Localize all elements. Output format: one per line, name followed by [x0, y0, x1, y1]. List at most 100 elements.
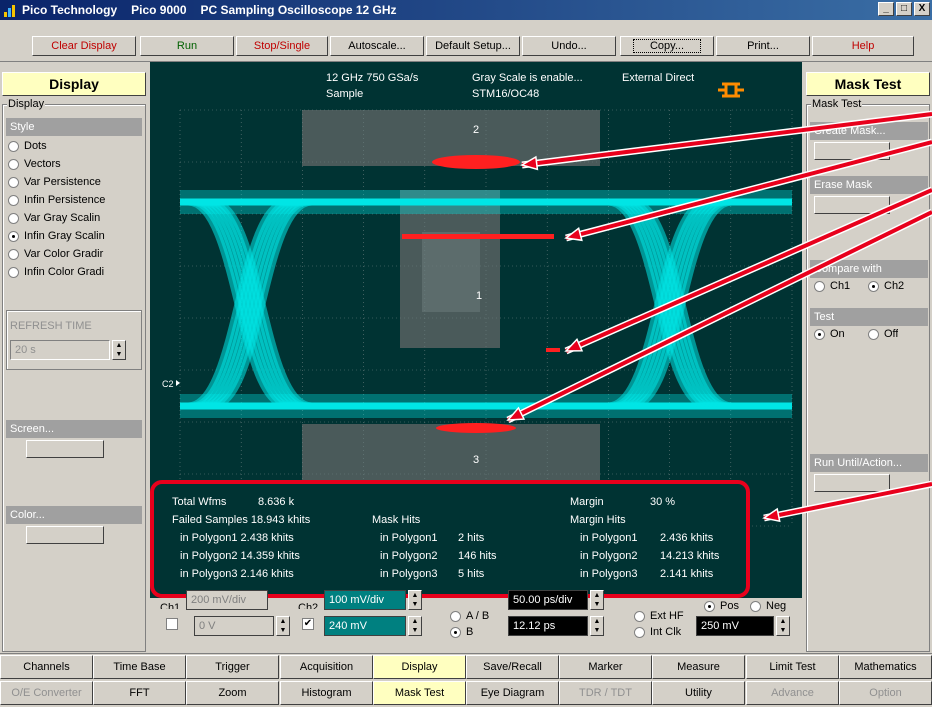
ch1-label: Ch1	[160, 602, 181, 609]
run-until-button[interactable]	[814, 474, 890, 492]
style-radio-4[interactable]: Var Gray Scalin	[8, 210, 142, 226]
function-tabs: Channels Time Base Trigger Acquisition Displ…	[0, 653, 932, 707]
ch1-enable-checkbox[interactable]	[166, 618, 178, 630]
tab-time-base[interactable]: Time Base	[93, 655, 186, 679]
tab-mask-test[interactable]: Mask Test	[373, 681, 466, 705]
delay-spinner[interactable]: ▲ ▼	[590, 616, 604, 636]
refresh-spinner[interactable]: ▲ ▼	[112, 340, 126, 360]
style-radio-6[interactable]: Var Color Gradir	[8, 246, 142, 262]
style-radio-1[interactable]: Vectors	[8, 156, 142, 172]
trigger-level-spinner[interactable]: ▲ ▼	[776, 616, 790, 636]
ch1-offset-spinner[interactable]: ▲ ▼	[276, 616, 290, 636]
maximize-button[interactable]: □	[896, 2, 912, 16]
help-button[interactable]: Help	[812, 36, 914, 56]
radio-dot-selected-icon	[8, 230, 19, 242]
mask-statistics-box: Total Wfms 8.636 k Failed Samples 18.943…	[150, 480, 750, 598]
margin-hits-label: Margin Hits	[570, 514, 626, 526]
compare-ch2-radio[interactable]: Ch2	[868, 278, 904, 294]
radio-dot-icon	[814, 280, 825, 292]
test-off-radio[interactable]: Off	[868, 326, 898, 342]
ch2-scale-field[interactable]: 100 mV/div	[324, 590, 406, 610]
window-title: PC Sampling Oscilloscope 12 GHz	[200, 3, 397, 17]
tab-fft[interactable]: FFT	[93, 681, 186, 705]
style-radio-2[interactable]: Var Persistence	[8, 174, 142, 190]
tab-mathematics[interactable]: Mathematics	[839, 655, 932, 679]
style-radio-5[interactable]: Infin Gray Scalin	[8, 228, 142, 244]
tab-zoom[interactable]: Zoom	[186, 681, 279, 705]
compare-with-header: Compare with	[810, 260, 928, 278]
screen-header: Screen...	[6, 420, 142, 438]
violation-polygon-1-top	[402, 234, 554, 239]
test-on-radio[interactable]: On	[814, 326, 845, 342]
ch2-offset-spinner[interactable]: ▲ ▼	[408, 616, 422, 636]
eye-top-band	[180, 190, 792, 214]
refresh-time-field[interactable]: 20 s	[10, 340, 110, 360]
timebase-spinner[interactable]: ▲ ▼	[590, 590, 604, 610]
radio-dot-icon	[8, 176, 19, 188]
style-radio-0[interactable]: Dots	[8, 138, 142, 154]
tab-advance[interactable]: Advance	[746, 681, 839, 705]
delay-field[interactable]: 12.12 ps	[508, 616, 588, 636]
run-button[interactable]: Run	[140, 36, 234, 56]
tab-tdr-tdt[interactable]: TDR / TDT	[559, 681, 652, 705]
radio-dot-icon	[750, 600, 761, 612]
erase-mask-button[interactable]	[814, 196, 890, 214]
margin-hits-row-3: in Polygon3	[580, 568, 638, 580]
minimize-button[interactable]: _	[878, 2, 894, 16]
tab-acquisition[interactable]: Acquisition	[280, 655, 373, 679]
create-mask-button[interactable]	[814, 142, 890, 160]
ext-hf-radio[interactable]: Ext HF	[634, 608, 684, 624]
neg-label: Neg	[766, 600, 787, 612]
print-button[interactable]: Print...	[716, 36, 810, 56]
quick-controls: Ch1 200 mV/div Ch2 100 mV/div ▲ ▼ 0 V ▲ ▼ …	[150, 590, 802, 640]
tab-histogram[interactable]: Histogram	[280, 681, 373, 705]
ch1-offset-field[interactable]: 0 V	[194, 616, 274, 636]
tab-utility[interactable]: Utility	[652, 681, 745, 705]
tab-trigger[interactable]: Trigger	[186, 655, 279, 679]
tab-option[interactable]: Option	[839, 681, 932, 705]
style-radio-label: Var Color Gradir	[24, 248, 104, 260]
trigger-level-field[interactable]: 250 mV	[696, 616, 774, 636]
tab-limit-test[interactable]: Limit Test	[746, 655, 839, 679]
clear-display-button[interactable]: Clear Display	[32, 36, 136, 56]
compare-ch1-radio[interactable]: Ch1	[814, 278, 850, 294]
tab-measure[interactable]: Measure	[652, 655, 745, 679]
stop-single-button[interactable]: Stop/Single	[236, 36, 328, 56]
tab-o-e-converter[interactable]: O/E Converter	[0, 681, 93, 705]
undo-button[interactable]: Undo...	[522, 36, 616, 56]
pos-radio[interactable]: Pos	[704, 598, 739, 614]
neg-radio[interactable]: Neg	[750, 598, 786, 614]
b-radio[interactable]: B	[450, 624, 473, 640]
ch1-scale-field[interactable]: 200 mV/div	[186, 590, 268, 610]
ch2-label: Ch2	[298, 602, 319, 609]
mask-polygon-1-inner	[422, 232, 480, 312]
style-radio-7[interactable]: Infin Color Gradi	[8, 264, 142, 280]
screen-button[interactable]	[26, 440, 104, 458]
b-label: B	[466, 626, 474, 638]
ab-radio[interactable]: A / B	[450, 608, 489, 624]
close-button[interactable]: X	[914, 2, 930, 16]
ch2-offset-field[interactable]: 240 mV	[324, 616, 406, 636]
tab-marker[interactable]: Marker	[559, 655, 652, 679]
mask-hits-value-3: 5 hits	[458, 568, 485, 580]
display-panel: Display Display Style REFRESH TIME 20 s …	[0, 62, 148, 652]
int-clk-radio[interactable]: Int Clk	[634, 624, 681, 640]
channel-marker-arrow	[176, 380, 180, 386]
tab-eye-diagram[interactable]: Eye Diagram	[466, 681, 559, 705]
style-radio-3[interactable]: Infin Persistence	[8, 192, 142, 208]
ext-hf-label: Ext HF	[650, 610, 684, 622]
ch2-enable-checkbox[interactable]: ✔	[302, 618, 314, 630]
ch2-scale-spinner[interactable]: ▲ ▼	[408, 590, 422, 610]
timebase-field[interactable]: 50.00 ps/div	[508, 590, 588, 610]
violation-polygon-3	[436, 423, 516, 433]
radio-dot-icon	[634, 626, 645, 638]
autoscale-button[interactable]: Autoscale...	[330, 36, 424, 56]
eye-bottom-band	[180, 394, 792, 418]
tab-channels[interactable]: Channels	[0, 655, 93, 679]
copy-button[interactable]: Copy...	[620, 36, 714, 56]
color-button[interactable]	[26, 526, 104, 544]
tab-save-recall[interactable]: Save/Recall	[466, 655, 559, 679]
mask-test-panel: Mask Test Mask Test Create Mask... Erase…	[804, 62, 932, 652]
default-setup-button[interactable]: Default Setup...	[426, 36, 520, 56]
tab-display[interactable]: Display	[373, 655, 466, 679]
